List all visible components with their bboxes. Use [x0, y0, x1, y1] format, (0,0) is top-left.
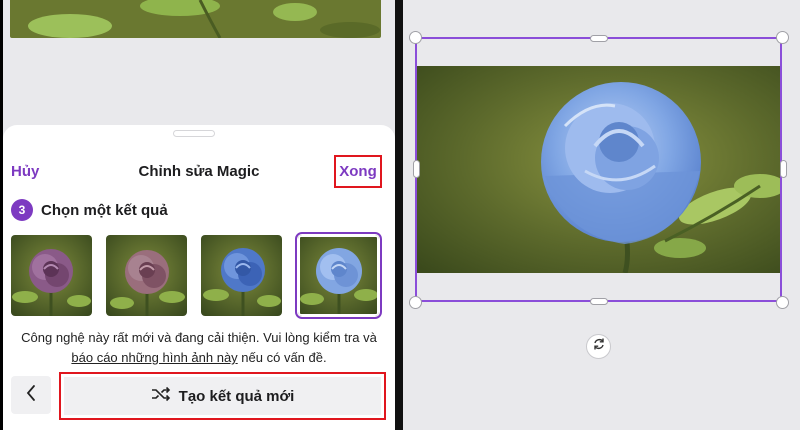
resize-handle-bottom[interactable]: [590, 298, 608, 305]
panel-divider: [395, 0, 403, 430]
back-button[interactable]: [11, 376, 51, 414]
canvas-editor-panel: [403, 0, 800, 430]
rotate-button[interactable]: [586, 334, 611, 359]
resize-handle-top-left[interactable]: [409, 31, 422, 44]
selection-frame: [415, 37, 782, 302]
resize-handle-top[interactable]: [590, 35, 608, 42]
result-thumbnail-4-selected[interactable]: [295, 232, 382, 319]
generate-new-results-label: Tạo kết quả mới: [178, 387, 295, 405]
step-number-badge: 3: [11, 199, 33, 221]
notice-text-before: Công nghệ này rất mới và đang cải thiện.…: [21, 330, 377, 345]
canvas-photo-preview: [10, 0, 381, 38]
resize-handle-right[interactable]: [780, 160, 787, 178]
notice-text-after: nếu có vấn đề.: [237, 350, 327, 365]
sheet-drag-handle[interactable]: [174, 131, 214, 136]
step-label: Chọn một kết quả: [41, 202, 168, 219]
result-thumbnail-2[interactable]: [106, 235, 187, 316]
magic-edit-panel: Chỉnh sửa Magic Hủy Xong 3 Chọn một kết …: [3, 0, 395, 430]
resize-handle-top-right[interactable]: [776, 31, 789, 44]
beta-notice: Công nghệ này rất mới và đang cải thiện.…: [13, 328, 385, 368]
resize-handle-left[interactable]: [413, 160, 420, 178]
rotate-icon: [592, 337, 606, 356]
shuffle-icon: [151, 386, 171, 406]
report-images-link[interactable]: báo cáo những hình ảnh này: [71, 350, 237, 365]
done-button[interactable]: Xong: [334, 155, 382, 188]
resize-handle-bottom-left[interactable]: [409, 296, 422, 309]
generate-new-results-button[interactable]: Tạo kết quả mới: [59, 372, 386, 420]
cancel-button[interactable]: Hủy: [11, 163, 39, 180]
result-thumbnail-1[interactable]: [11, 235, 92, 316]
chevron-left-icon: [25, 384, 37, 407]
resize-handle-bottom-right[interactable]: [776, 296, 789, 309]
result-thumbnail-3[interactable]: [201, 235, 282, 316]
